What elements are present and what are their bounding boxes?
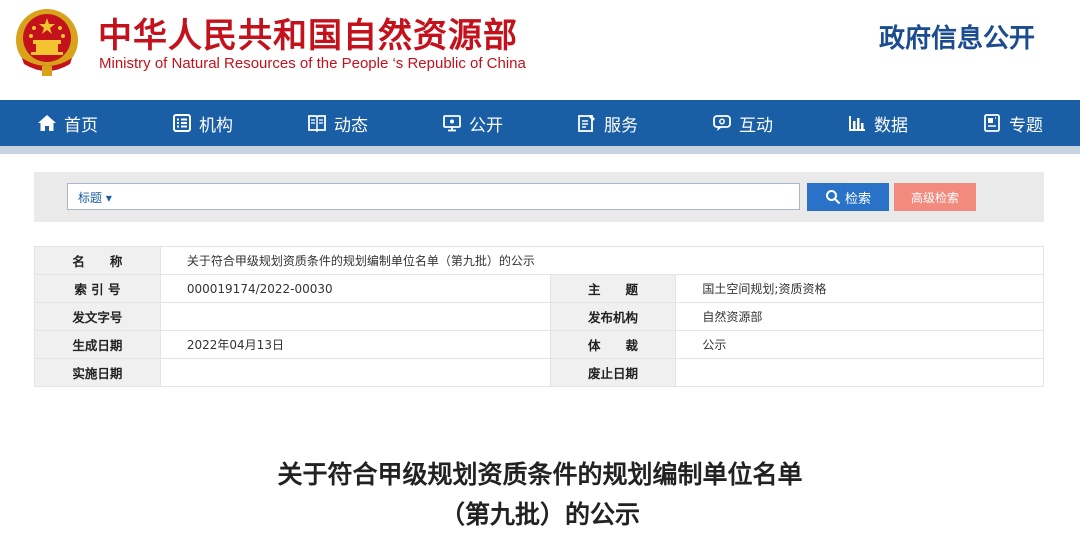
bar-chart-icon	[849, 116, 865, 131]
search-input[interactable]: 标题 ▾	[67, 183, 800, 210]
list-icon	[173, 114, 191, 132]
nav-item-interaction[interactable]: 互动	[675, 100, 810, 146]
nav-item-data[interactable]: 数据	[810, 100, 945, 146]
nav-item-service[interactable]: 服务	[540, 100, 675, 146]
site-title-cn[interactable]: 中华人民共和国自然资源部	[98, 8, 518, 57]
meta-docno-value	[159, 302, 551, 331]
meta-name-value: 关于符合甲级规划资质条件的规划编制单位名单（第九批）的公示	[159, 246, 1045, 275]
meta-date-label: 生成日期	[34, 330, 161, 359]
site-title-en[interactable]: Ministry of Natural Resources of the Peo…	[99, 55, 526, 72]
table-row: 实施日期 废止日期	[34, 358, 1044, 387]
book-icon	[308, 115, 326, 133]
nav-divider	[0, 146, 1080, 154]
meta-effective-label: 实施日期	[34, 358, 161, 387]
nav-item-topics[interactable]: 专题	[945, 100, 1080, 146]
edit-icon	[578, 115, 595, 132]
nav-item-news[interactable]: 动态	[270, 100, 405, 146]
gov-info-title[interactable]: 政府信息公开	[879, 18, 1035, 55]
search-type-select[interactable]: 标题 ▾	[78, 189, 112, 206]
nav-label: 首页	[64, 115, 98, 136]
meta-date-value: 2022年04月13日	[159, 330, 551, 359]
search-icon	[825, 190, 841, 205]
nav-label: 数据	[874, 115, 908, 136]
article-title: 关于符合甲级规划资质条件的规划编制单位名单 （第九批）的公示	[0, 455, 1080, 535]
meta-subject-value: 国土空间规划;资质资格	[675, 274, 1044, 303]
nav-item-organization[interactable]: 机构	[135, 100, 270, 146]
meta-expiry-label: 废止日期	[549, 358, 677, 387]
chat-icon	[713, 115, 731, 131]
nav-label: 专题	[1009, 115, 1043, 136]
meta-expiry-value	[675, 358, 1044, 387]
meta-effective-value	[159, 358, 551, 387]
meta-genre-value: 公示	[675, 330, 1044, 359]
search-panel: 标题 ▾ 检索 高级检索	[34, 172, 1044, 222]
meta-publisher-label: 发布机构	[549, 302, 677, 331]
meta-docno-label: 发文字号	[34, 302, 161, 331]
table-row: 名 称 关于符合甲级规划资质条件的规划编制单位名单（第九批）的公示	[34, 246, 1045, 275]
meta-subject-label: 主 题	[549, 274, 677, 303]
meta-index-value: 000019174/2022-00030	[159, 274, 551, 303]
search-button[interactable]: 检索	[807, 183, 889, 211]
nav-label: 公开	[469, 115, 503, 136]
table-row: 发文字号 发布机构 自然资源部	[34, 302, 1044, 331]
table-row: 生成日期 2022年04月13日 体 裁 公示	[34, 330, 1044, 359]
article-title-line2: （第九批）的公示	[439, 500, 640, 529]
document-meta-table: 名 称 关于符合甲级规划资质条件的规划编制单位名单（第九批）的公示 索 引 号 …	[34, 246, 1045, 387]
nav-label: 互动	[739, 115, 773, 136]
meta-publisher-value: 自然资源部	[675, 302, 1044, 331]
table-row: 索 引 号 000019174/2022-00030 主 题 国土空间规划;资质…	[34, 274, 1044, 303]
meta-name-label: 名 称	[34, 246, 161, 275]
search-button-label: 检索	[844, 191, 871, 207]
nav-label: 服务	[604, 115, 638, 136]
main-nav: 首页 机构 动态 公开 服务 互动 数据 专题	[0, 100, 1080, 146]
nav-label: 机构	[199, 115, 233, 136]
meta-genre-label: 体 裁	[549, 330, 677, 359]
nav-label: 动态	[334, 115, 368, 136]
meta-index-label: 索 引 号	[34, 274, 161, 303]
national-emblem-icon	[16, 9, 78, 76]
site-header: 中华人民共和国自然资源部 Ministry of Natural Resourc…	[0, 0, 1080, 100]
nav-item-home[interactable]: 首页	[0, 100, 135, 146]
document-icon	[984, 114, 1000, 132]
monitor-icon	[443, 115, 461, 132]
nav-item-public[interactable]: 公开	[405, 100, 540, 146]
article-title-line1: 关于符合甲级规划资质条件的规划编制单位名单	[277, 460, 803, 489]
advanced-search-button[interactable]: 高级检索	[894, 183, 976, 211]
home-icon	[38, 115, 56, 131]
